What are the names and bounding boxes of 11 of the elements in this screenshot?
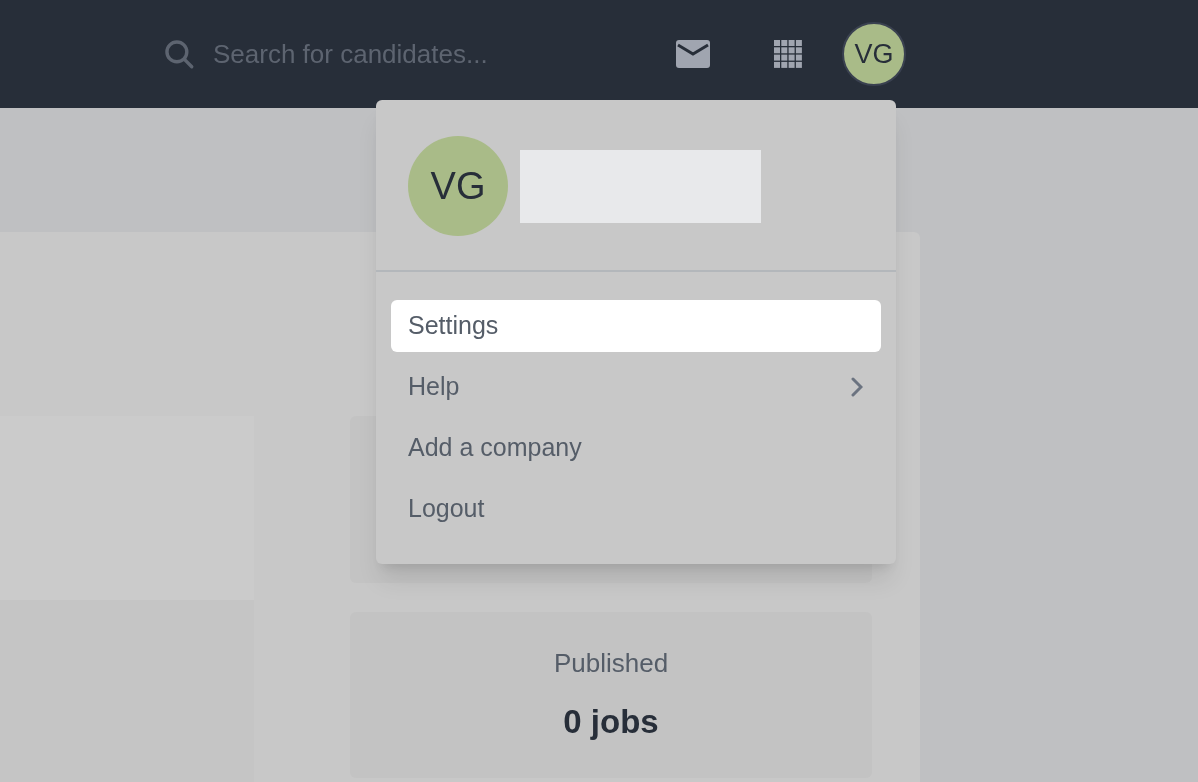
search-icon: [162, 37, 196, 71]
menu-item[interactable]: Help: [391, 361, 881, 413]
apps-grid-icon[interactable]: [774, 40, 802, 68]
menu-item[interactable]: Add a company: [391, 422, 881, 474]
mail-icon[interactable]: [676, 40, 710, 68]
menu-item[interactable]: Settings: [391, 300, 881, 352]
stat-value: 0 jobs: [563, 701, 659, 742]
user-avatar[interactable]: VG: [842, 22, 906, 86]
menu-item[interactable]: Logout: [391, 483, 881, 535]
menu-avatar: VG: [408, 136, 508, 236]
stat-label: Published: [553, 646, 669, 680]
